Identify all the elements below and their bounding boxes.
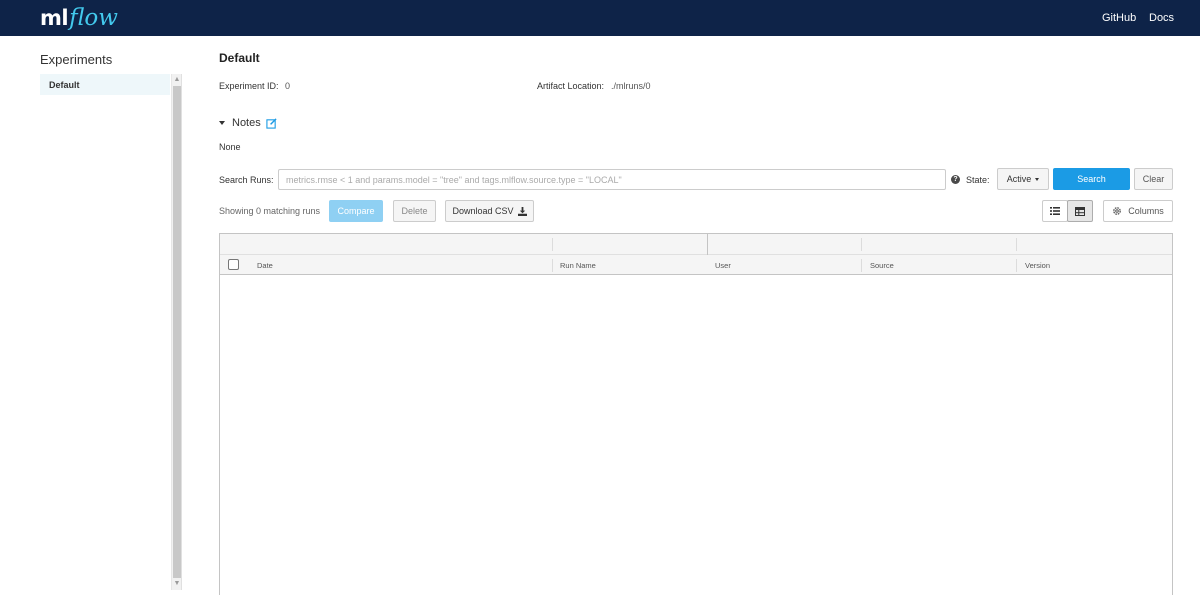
chevron-down-icon [1035, 177, 1040, 181]
column-header-source[interactable]: Source [870, 261, 894, 270]
docs-link[interactable]: Docs [1149, 12, 1174, 24]
column-divider [1016, 238, 1017, 251]
download-icon [517, 206, 527, 216]
gear-icon [1113, 207, 1122, 215]
column-header-user[interactable]: User [715, 261, 731, 270]
notes-label: Notes [232, 117, 261, 129]
column-header-run-name[interactable]: Run Name [560, 261, 596, 270]
search-input[interactable] [278, 169, 946, 190]
compact-view-button[interactable] [1067, 200, 1093, 222]
column-header-version[interactable]: Version [1025, 261, 1050, 270]
clear-button[interactable]: Clear [1134, 168, 1173, 190]
scroll-down-icon[interactable]: ▼ [173, 579, 181, 589]
mlflow-logo[interactable]: ml flow [40, 3, 118, 33]
logo-text-ml: ml [40, 6, 69, 30]
column-header-date[interactable]: Date [257, 261, 273, 270]
experiment-list-scrollbar[interactable]: ▲ ▼ [171, 74, 181, 590]
column-divider[interactable] [552, 259, 553, 272]
experiment-list: Default [40, 74, 182, 590]
experiments-title: Experiments [40, 52, 113, 67]
list-view-button[interactable] [1042, 200, 1068, 222]
search-button[interactable]: Search [1053, 168, 1130, 190]
scrollbar-thumb[interactable] [173, 86, 181, 578]
experiment-item-default[interactable]: Default [40, 74, 170, 95]
search-runs-label: Search Runs: [219, 175, 274, 185]
column-divider [861, 238, 862, 251]
table-header-row: Date Run Name User Source Version [220, 255, 1172, 275]
compare-button[interactable]: Compare [329, 200, 383, 222]
table-group-header-row [220, 234, 1172, 255]
column-divider[interactable] [861, 259, 862, 272]
top-navbar: ml flow GitHub Docs [0, 0, 1200, 36]
columns-label: Columns [1128, 206, 1164, 216]
edit-icon[interactable] [266, 117, 277, 129]
matching-runs-count: Showing 0 matching runs [219, 206, 321, 216]
select-all-checkbox[interactable] [228, 259, 239, 270]
experiment-id-label: Experiment ID: [219, 81, 279, 91]
runs-table: Date Run Name User Source Version [219, 233, 1173, 595]
page-title: Default [219, 51, 260, 65]
notes-content: None [219, 142, 241, 152]
table-icon [1075, 206, 1085, 216]
state-label: State: [966, 175, 990, 185]
caret-down-icon [219, 121, 225, 125]
download-csv-label: Download CSV [452, 206, 514, 216]
scroll-up-icon[interactable]: ▲ [173, 75, 181, 85]
download-csv-button[interactable]: Download CSV [445, 200, 534, 222]
experiment-id-value: 0 [285, 81, 291, 91]
column-divider [552, 238, 553, 251]
artifact-location-label: Artifact Location: [537, 81, 605, 91]
logo-text-flow: flow [69, 5, 118, 31]
state-dropdown[interactable]: Active [997, 168, 1049, 190]
state-dropdown-value: Active [1006, 174, 1032, 184]
notes-toggle[interactable]: Notes [219, 117, 277, 129]
column-divider[interactable] [1016, 259, 1017, 272]
delete-button[interactable]: Delete [393, 200, 436, 222]
artifact-location-value: ./mlruns/0 [611, 81, 651, 91]
github-link[interactable]: GitHub [1102, 12, 1136, 24]
list-icon [1050, 207, 1060, 215]
columns-button[interactable]: Columns [1103, 200, 1173, 222]
question-circle-icon[interactable]: ? [951, 175, 960, 184]
